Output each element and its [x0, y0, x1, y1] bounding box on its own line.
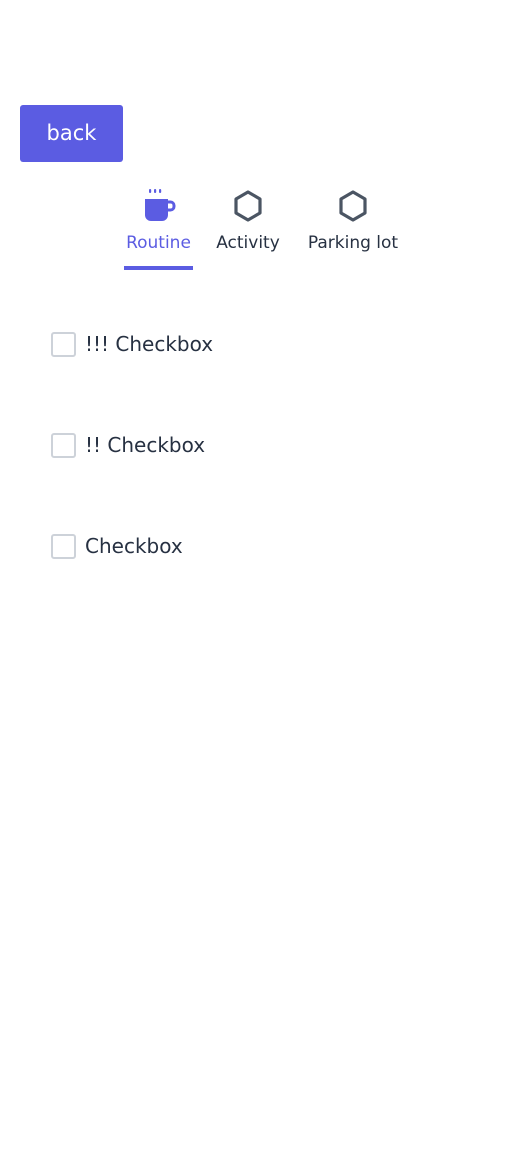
- hexagon-icon: [339, 190, 367, 222]
- checkbox[interactable]: [51, 534, 76, 559]
- tab-routine-label: Routine: [126, 233, 191, 253]
- tab-parking-lot[interactable]: Parking lot: [303, 185, 403, 269]
- back-button[interactable]: back: [20, 105, 123, 162]
- tab-bar: Routine Activity Parking lot: [0, 185, 530, 271]
- checklist-item[interactable]: !! Checkbox: [50, 431, 350, 461]
- checklist-item[interactable]: Checkbox: [50, 532, 350, 562]
- coffee-mug-icon: [144, 189, 175, 221]
- checkbox-label: Checkbox: [85, 534, 183, 558]
- tab-activity[interactable]: Activity: [214, 185, 282, 269]
- tab-activity-label: Activity: [216, 233, 280, 253]
- tab-parking-lot-label: Parking lot: [307, 233, 399, 253]
- checkbox-label: !!! Checkbox: [85, 332, 214, 356]
- tab-routine[interactable]: Routine: [124, 185, 193, 270]
- checklist-item[interactable]: !!! Checkbox: [50, 330, 350, 360]
- active-tab-indicator: [124, 266, 193, 270]
- checkbox-label: !! Checkbox: [85, 433, 206, 457]
- checkbox[interactable]: [51, 332, 76, 357]
- checkbox[interactable]: [51, 433, 76, 458]
- hexagon-icon: [234, 190, 262, 222]
